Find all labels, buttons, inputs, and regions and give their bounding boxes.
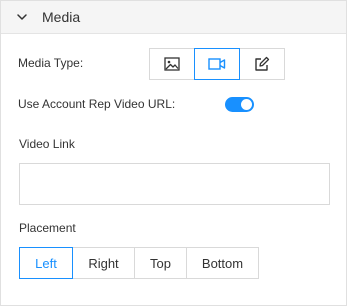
media-panel: Media Media Type: Use Account Rep Video … xyxy=(0,0,347,306)
account-rep-video-label: Use Account Rep Video URL: xyxy=(18,97,176,111)
edit-icon xyxy=(255,56,270,71)
account-rep-video-toggle[interactable] xyxy=(225,97,254,112)
media-type-edit-button[interactable] xyxy=(239,48,285,80)
video-icon xyxy=(208,58,226,70)
media-type-selector xyxy=(149,48,285,80)
panel-header[interactable]: Media xyxy=(1,1,346,34)
panel-title: Media xyxy=(42,9,81,25)
chevron-down-icon[interactable] xyxy=(15,10,29,24)
media-type-label: Media Type: xyxy=(18,56,84,70)
media-type-image-button[interactable] xyxy=(149,48,195,80)
media-type-video-button[interactable] xyxy=(194,48,240,80)
placement-top-button[interactable]: Top xyxy=(134,247,187,279)
video-link-label: Video Link xyxy=(19,137,75,151)
placement-bottom-button[interactable]: Bottom xyxy=(186,247,259,279)
placement-selector: Left Right Top Bottom xyxy=(19,247,259,279)
placement-left-button[interactable]: Left xyxy=(19,247,73,279)
video-link-input[interactable] xyxy=(19,163,330,205)
placement-right-button[interactable]: Right xyxy=(72,247,135,279)
image-icon xyxy=(164,57,180,71)
placement-label: Placement xyxy=(19,221,76,235)
toggle-knob xyxy=(241,99,252,110)
